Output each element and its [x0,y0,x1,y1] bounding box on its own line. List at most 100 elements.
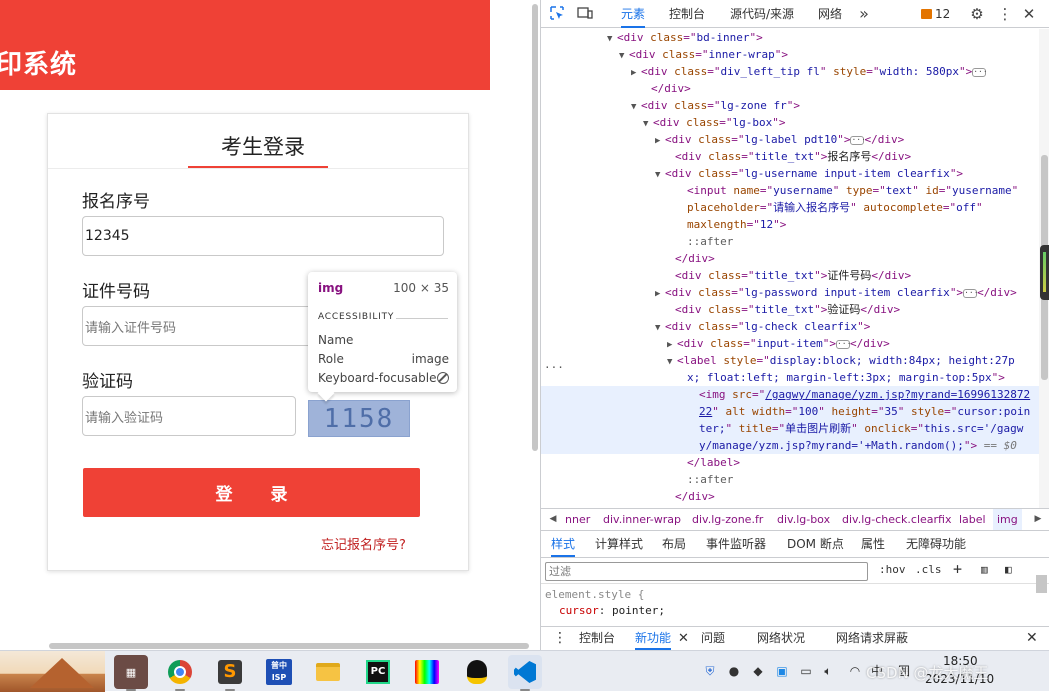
captcha-image[interactable]: 1158 [308,400,410,437]
more-options-icon[interactable]: ⋮ [996,5,1014,23]
id-number-input[interactable]: 请输入证件号码 [82,306,332,346]
breadcrumb-item[interactable]: div.lg-zone.fr [692,509,763,530]
dom-node-line[interactable]: ::after [541,471,1039,488]
dom-node-line[interactable]: ▶ <div class="input-item">···</div> [541,335,1039,352]
file-explorer-icon[interactable] [311,655,345,689]
dom-node-line[interactable]: 22" alt width="100" height="35" style="c… [541,403,1039,420]
drawer-menu-icon[interactable]: ⋮ [553,627,567,650]
dom-node-line[interactable]: ▼ <div class="lg-username input-item clea… [541,165,1039,182]
dom-node-line[interactable]: <input name="yusername" type="text" id="… [541,182,1039,199]
dom-node-line[interactable]: y/manage/yzm.jsp?myrand='+Math.random();… [541,437,1039,454]
network-icon[interactable]: ◠ [847,663,863,679]
sidebar-toggle-icon[interactable]: ◧ [1005,563,1012,576]
tab-accessibility[interactable]: 无障碍功能 [906,532,966,557]
dom-node-line[interactable]: <img src="/gagwy/manage/yzm.jsp?myrand=1… [541,386,1039,403]
styles-filter-input[interactable]: 过滤 [545,562,868,581]
isp-app-icon[interactable]: 普中 ISP [262,655,296,689]
dom-node-line[interactable]: <div class="title_txt">验证码</div> [541,301,1039,318]
dom-node-line[interactable]: ▼ <div class="lg-box"> [541,114,1039,131]
tab-computed[interactable]: 计算样式 [595,532,643,557]
collapsed-content-chip[interactable]: ··· [963,288,979,298]
close-whats-new-icon[interactable]: ✕ [678,627,689,650]
breadcrumb-item-current[interactable]: img [993,509,1022,530]
dom-node-line[interactable]: ▼ <div class="lg-zone fr"> [541,97,1039,114]
login-button[interactable]: 登 录 [83,468,420,517]
dom-node-line[interactable]: ▼ <div class="bd-inner"> [541,29,1039,46]
style-declaration[interactable]: cursor: pointer; [545,603,665,619]
close-devtools-icon[interactable]: ✕ [1020,5,1038,23]
drawer-tab-whats-new[interactable]: 新功能 [635,627,672,650]
inspect-element-icon[interactable] [548,5,566,23]
tab-styles[interactable]: 样式 [551,532,576,557]
drawer-tab-request-blocking[interactable]: 网络请求屏蔽 [836,627,908,650]
dom-node-line[interactable]: </div> [541,80,1039,97]
tab-network[interactable]: 网络 [818,0,842,28]
security-shield-icon[interactable]: ⛨ [702,663,718,679]
app-tray-icon[interactable]: ◆ [750,663,766,679]
tab-event-listeners[interactable]: 事件监听器 [706,532,766,557]
breadcrumb-item[interactable]: nner [565,509,590,530]
dom-node-line[interactable]: placeholder="请输入报名序号" autocomplete="off" [541,199,1039,216]
dom-node-line[interactable]: x; float:left; margin-left:3px; margin-t… [541,369,1039,386]
volume-icon[interactable]: 🔈︎ [820,663,836,679]
qq-icon[interactable] [460,655,494,689]
dom-node-line[interactable]: </label> [541,454,1039,471]
vscode-icon[interactable] [508,655,542,691]
device-toolbar-icon[interactable] [576,5,594,23]
drawer-tab-console[interactable]: 控制台 [579,627,615,650]
breadcrumb-item[interactable]: div.lg-box [777,509,830,530]
dom-node-line[interactable]: maxlength="12"> [541,216,1039,233]
collapsed-content-chip[interactable]: ··· [850,135,866,145]
drawer-tab-network-conditions[interactable]: 网络状况 [757,627,805,650]
tab-properties[interactable]: 属性 [861,532,885,557]
dom-node-line[interactable]: </div> [541,250,1039,267]
collapsed-content-chip[interactable]: ··· [835,339,851,349]
desktop-wallpaper-thumbnail[interactable] [0,651,105,692]
breadcrumb-right-arrow[interactable]: ▶ [1030,512,1046,526]
dom-node-line[interactable]: ▶ <div class="div_left_tip fl" style="wid… [541,63,1039,80]
color-app-icon[interactable] [410,655,444,689]
qq-tray-icon[interactable]: ● [726,663,742,679]
photos-app-icon[interactable]: ▦ [114,655,148,691]
dom-tree[interactable]: ▼ <div class="bd-inner"> ▼ <div class="inne… [541,29,1039,508]
breadcrumb-item[interactable]: div.inner-wrap [603,509,681,530]
forgot-registration-link[interactable]: 忘记报名序号? [321,534,406,553]
dom-node-line[interactable]: </div> [541,488,1039,505]
sublime-text-icon[interactable]: S [213,655,247,691]
dom-node-line[interactable]: ▶ <div class="lg-label pdt10">···</div> [541,131,1039,148]
captcha-input[interactable]: 请输入验证码 [82,396,296,436]
input-method-icon[interactable]: ▣ [774,663,790,679]
breadcrumb-item[interactable]: div.lg-check.clearfix [842,509,951,530]
settings-gear-icon[interactable]: ⚙ [968,5,986,23]
dom-node-line[interactable]: ▶ <div class="lg-password input-item clea… [541,284,1039,301]
tab-dom-breakpoints[interactable]: DOM 断点 [787,532,844,557]
tab-elements[interactable]: 元素 [621,0,646,28]
drawer-tab-issues[interactable]: 问题 [701,627,725,650]
class-toggle[interactable]: .cls [915,563,942,576]
close-drawer-icon[interactable]: ✕ [1026,627,1038,650]
issues-badge[interactable]: 12 [921,7,950,21]
chrome-icon[interactable] [163,655,197,691]
breadcrumb-item[interactable]: label [959,509,986,530]
dom-node-line[interactable]: ▼ <div class="inner-wrap"> [541,46,1039,63]
pycharm-icon[interactable]: PC [361,655,395,689]
new-style-rule-icon[interactable]: + [953,560,962,578]
styles-scroll-thumb[interactable] [1036,575,1047,593]
tab-console[interactable]: 控制台 [669,0,705,28]
page-vertical-scroll-thumb[interactable] [532,4,538,451]
paint-brush-icon[interactable]: ▥ [981,563,988,576]
tab-sources[interactable]: 源代码/来源 [730,0,794,28]
selected-node-menu-icon[interactable]: ··· [544,361,564,374]
registration-input[interactable]: 12345 [82,216,444,256]
hover-state-toggle[interactable]: :hov [879,563,906,576]
dom-node-line[interactable]: ▼ <div class="lg-check clearfix"> [541,318,1039,335]
page-horizontal-scroll-thumb[interactable] [49,643,529,649]
element-style-rule[interactable]: element.style { cursor: pointer; [545,587,665,619]
collapsed-content-chip[interactable]: ··· [972,67,988,77]
more-tabs-icon[interactable]: » [855,5,873,23]
dom-node-line[interactable]: ter;" title="单击图片刷新" onclick="this.src='… [541,420,1039,437]
dom-node-line[interactable]: <div class="title_txt">报名序号</div> [541,148,1039,165]
dom-node-line[interactable]: ▼ <label style="display:block; width:84px… [541,352,1039,369]
battery-icon[interactable]: ▭ [798,663,814,679]
tab-layout[interactable]: 布局 [662,532,686,557]
